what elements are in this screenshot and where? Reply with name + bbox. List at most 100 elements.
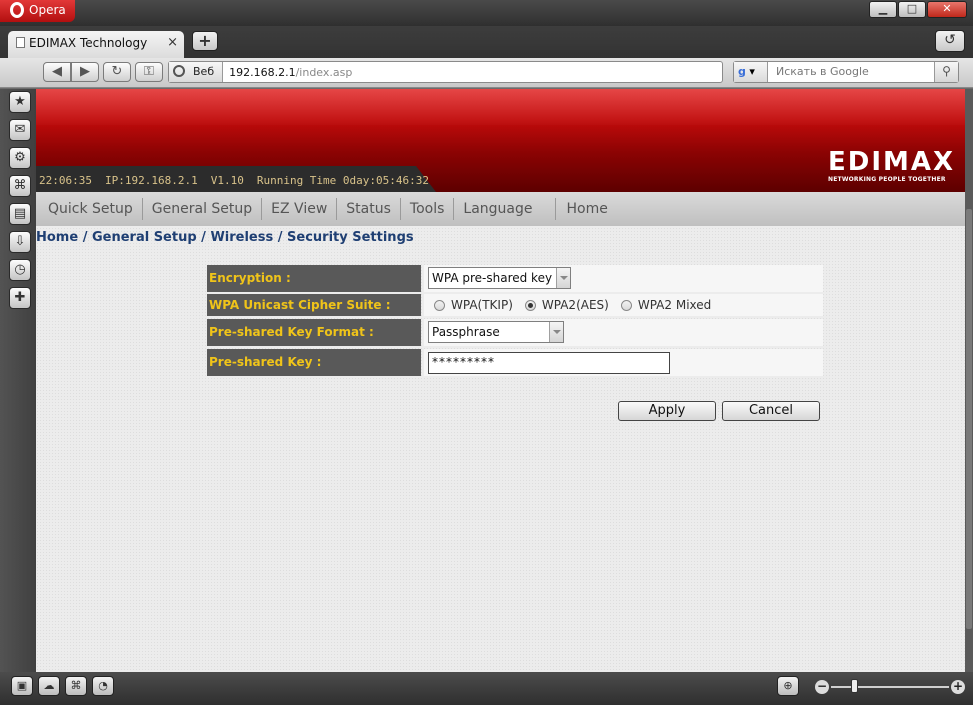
notes-panel-button[interactable]: ▤ (9, 203, 31, 225)
header-banner: 22:06:35 IP:192.168.2.1 V1.10 Running Time … (36, 89, 965, 192)
maximize-button[interactable]: □ (898, 1, 926, 18)
undo-icon: ↺ (944, 32, 956, 48)
apply-button[interactable]: Apply (618, 401, 716, 421)
encryption-value: WPA pre-shared key (432, 271, 553, 285)
mail-icon: ✉ (14, 122, 26, 137)
cipher-option-label: WPA(TKIP) (451, 298, 513, 312)
zoom-toggle-button[interactable]: ⊕ (777, 676, 799, 696)
opera-menu-button[interactable]: Opera (0, 0, 75, 22)
download-icon: ⇩ (14, 234, 26, 249)
cipher-option-tkip[interactable]: WPA(TKIP) (434, 298, 513, 312)
tab-edimax[interactable]: EDIMAX Technology × (8, 31, 184, 58)
zoom-out-icon[interactable]: − (815, 680, 829, 694)
window-controls: ▁ □ ✕ (869, 1, 967, 18)
status-bar: ▣ ☁ ⌘ ◔ ⊕ − + (0, 672, 973, 705)
site-info-chip[interactable]: Веб (169, 62, 224, 82)
key-group: ⚿ (135, 62, 163, 82)
status-ip: IP:192.168.2.1 (104, 174, 198, 187)
status-time: 22:06:35 (39, 174, 92, 187)
tab-close-icon[interactable]: × (167, 31, 178, 55)
menu-quick-setup[interactable]: Quick Setup (39, 199, 142, 219)
url-text[interactable]: 192.168.2.1/index.asp (223, 66, 352, 79)
zoom-track[interactable] (831, 686, 949, 688)
zoom-thumb[interactable] (851, 679, 858, 693)
unite-button[interactable]: ⌘ (65, 676, 87, 696)
note-icon: ▤ (13, 206, 27, 221)
unite-panel-button[interactable]: ⌘ (9, 175, 31, 197)
menu-ez-view[interactable]: EZ View (262, 199, 336, 219)
menu-tools[interactable]: Tools (401, 199, 454, 219)
url-host: 192.168.2.1 (229, 65, 296, 79)
menu-general-setup[interactable]: General Setup (143, 199, 261, 219)
history-panel-button[interactable]: ◷ (9, 259, 31, 281)
wand-button[interactable]: ⚿ (135, 62, 163, 82)
cipher-option-aes[interactable]: WPA2(AES) (524, 298, 609, 312)
navigation-bar: ◀ ▶ ↻ ⚿ Веб 192.168.2.1/index.asp g ▾ Ис… (0, 58, 973, 88)
cipher-radio-group: WPA(TKIP) WPA2(AES) WPA2 Mixed (434, 298, 723, 312)
tab-title: EDIMAX Technology (29, 36, 148, 50)
minimize-button[interactable]: ▁ (869, 1, 897, 18)
speed-dial-button[interactable]: ◔ (92, 676, 114, 696)
magnifier-icon: ⊕ (783, 679, 793, 692)
cipher-row: WPA Unicast Cipher Suite : WPA(TKIP) WPA… (207, 294, 823, 316)
main-menu: Quick Setup General Setup EZ View Status… (36, 192, 965, 226)
app-name: Opera (29, 3, 66, 17)
cipher-option-mixed[interactable]: WPA2 Mixed (620, 298, 711, 312)
encryption-select[interactable]: WPA pre-shared key (428, 267, 571, 289)
menu-home[interactable]: Home (556, 199, 617, 219)
arrow-left-icon: ◀ (52, 64, 62, 79)
search-field[interactable]: g ▾ Искать в Google ⚲ (733, 61, 959, 83)
vertical-scrollbar[interactable] (965, 89, 973, 672)
new-tab-button[interactable]: + (192, 31, 218, 51)
reload-button[interactable]: ↻ (103, 62, 131, 82)
address-bar[interactable]: Веб 192.168.2.1/index.asp (168, 61, 723, 83)
downloads-panel-button[interactable]: ⇩ (9, 231, 31, 253)
title-bar: Opera ▁ □ ✕ (0, 0, 973, 26)
gear-icon: ⚙ (14, 150, 26, 165)
reload-group: ↻ (103, 62, 131, 82)
radio-button[interactable] (434, 299, 445, 311)
back-forward-group: ◀ ▶ (43, 62, 99, 82)
key-format-select[interactable]: Passphrase (428, 321, 564, 343)
menu-status[interactable]: Status (337, 199, 400, 219)
radio-button-selected[interactable] (524, 299, 536, 311)
cloud-icon: ☁ (43, 679, 55, 692)
search-go-button[interactable]: ⚲ (934, 62, 958, 82)
back-button[interactable]: ◀ (43, 62, 71, 82)
chevron-down-icon (556, 268, 570, 288)
status-running-time: Running Time 0day:05:46:32 (256, 174, 430, 187)
plus-icon: ✚ (14, 290, 26, 305)
add-panel-button[interactable]: ✚ (9, 287, 31, 309)
menu-language[interactable]: Language (454, 199, 554, 219)
close-window-button[interactable]: ✕ (927, 1, 967, 18)
turbo-button[interactable]: ☁ (38, 676, 60, 696)
search-icon: ⚲ (942, 64, 951, 78)
zoom-in-icon[interactable]: + (951, 680, 965, 694)
cipher-label: WPA Unicast Cipher Suite : (207, 294, 421, 316)
preshared-key-label: Pre-shared Key : (207, 349, 421, 376)
key-format-value: Passphrase (432, 325, 500, 339)
radio-button[interactable] (620, 299, 632, 311)
encryption-field: WPA pre-shared key (424, 265, 823, 292)
widgets-panel-button[interactable]: ⚙ (9, 147, 31, 169)
network-icon: ⌘ (70, 679, 82, 692)
panel-toggle-button[interactable]: ▣ (11, 676, 33, 696)
search-engine-selector[interactable]: g ▾ (734, 62, 768, 82)
search-placeholder: Искать в Google (776, 65, 869, 78)
zoom-slider[interactable]: − + (815, 678, 965, 696)
mail-panel-button[interactable]: ✉ (9, 119, 31, 141)
status-info: 22:06:35 IP:192.168.2.1 V1.10 Running Time … (39, 174, 442, 187)
form-buttons-row: Apply Cancel (207, 401, 823, 423)
banner-shine (36, 89, 965, 125)
network-icon: ⌘ (13, 178, 27, 193)
reload-icon: ↻ (111, 64, 123, 79)
cancel-button[interactable]: Cancel (722, 401, 820, 421)
opera-logo-icon (10, 2, 24, 18)
cipher-field: WPA(TKIP) WPA2(AES) WPA2 Mixed (424, 294, 823, 316)
preshared-key-input[interactable]: ********* (428, 352, 670, 374)
panel-icon: ▣ (16, 679, 28, 692)
closed-tabs-button[interactable]: ↺ (935, 30, 965, 52)
scrollbar-thumb[interactable] (966, 209, 972, 629)
bookmarks-panel-button[interactable]: ★ (9, 91, 31, 113)
forward-button[interactable]: ▶ (71, 62, 99, 82)
